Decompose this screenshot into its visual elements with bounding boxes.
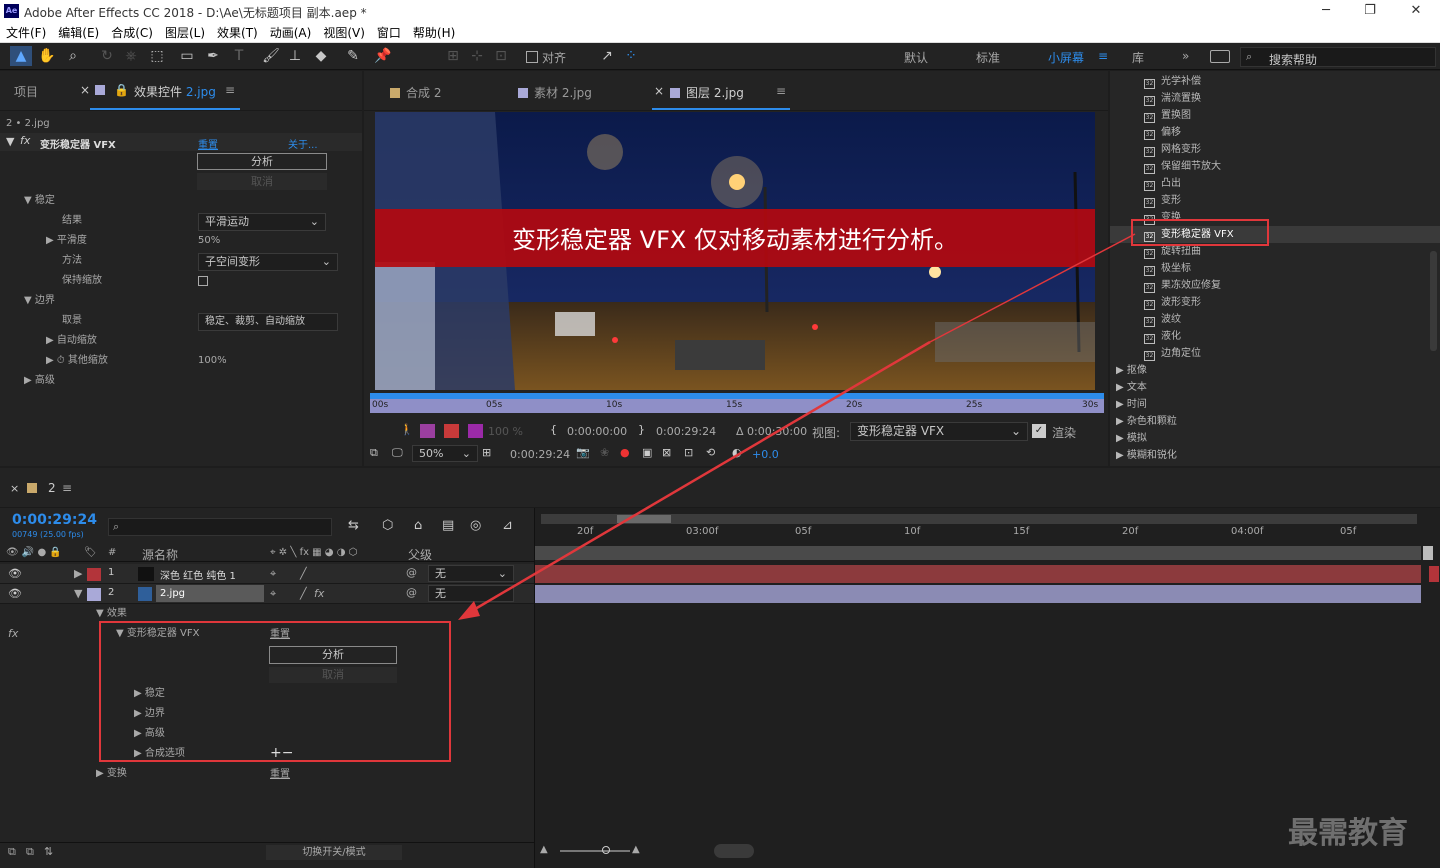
arrow-head [458, 601, 480, 620]
arrow-line [469, 340, 931, 614]
annotation-arrows [458, 233, 1136, 620]
watermark-text: 最需教育 [1288, 816, 1408, 851]
arrow-line [929, 233, 1136, 343]
